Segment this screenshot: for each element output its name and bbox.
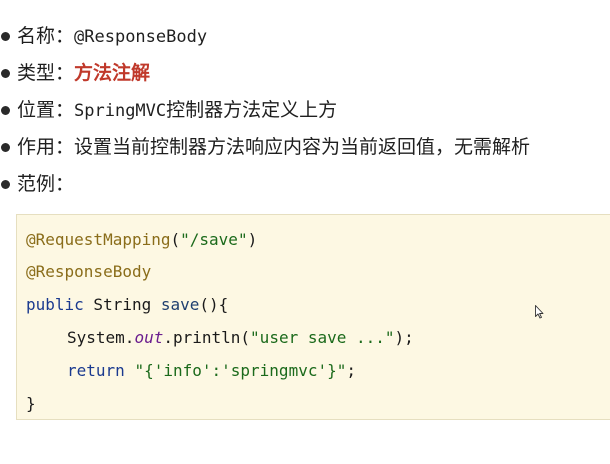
item-type: 类型：方法注解: [0, 55, 606, 92]
item-position-value-text: 控制器方法定义上方: [166, 99, 338, 121]
println-call: .println(: [163, 328, 251, 347]
closing-brace: }: [26, 394, 36, 413]
bullet-icon: [1, 143, 10, 152]
code-line-5: return "{'info':'springmvc'}";: [26, 355, 356, 387]
bullet-icon: [1, 32, 10, 41]
code-example-block: @RequestMapping("/save") @ResponseBody p…: [16, 214, 610, 420]
return-end: ;: [346, 361, 356, 380]
item-position-text: 位置：SpringMVC控制器方法定义上方: [17, 92, 337, 130]
code-paren-close: ): [247, 230, 258, 249]
return-type: String: [83, 295, 161, 314]
item-usage-value: 设置当前控制器方法响应内容为当前返回值，无需解析: [74, 136, 531, 158]
response-body-annotation: @ResponseBody: [26, 262, 152, 281]
return-string: "{'info':'springmvc'}": [134, 361, 347, 380]
code-line-4: System.out.println("user save ...");: [26, 322, 414, 354]
code-paren-open: (: [170, 230, 181, 249]
request-mapping-annotation: @RequestMapping: [26, 230, 171, 249]
item-example-label: 范例：: [17, 173, 75, 195]
bullet-icon: [1, 69, 10, 78]
method-name: save: [160, 295, 200, 314]
system-object: System.: [67, 328, 135, 347]
public-keyword: public: [26, 295, 84, 314]
bullet-icon: [1, 106, 10, 115]
println-string: "user save ...": [250, 328, 395, 347]
out-field: out: [134, 328, 164, 347]
item-usage-label: 作用：: [17, 136, 75, 158]
item-type-text: 类型：方法注解: [17, 55, 150, 92]
code-line-1: @RequestMapping("/save"): [26, 224, 257, 256]
item-name: 名称：@ResponseBody: [0, 18, 606, 55]
return-space: [125, 361, 135, 380]
mouse-pointer-icon: [535, 305, 544, 319]
item-example: 范例：: [0, 166, 606, 203]
item-name-label: 名称：: [17, 25, 75, 47]
bullet-icon: [1, 180, 10, 189]
code-line-6: }: [26, 388, 36, 420]
code-line-2: @ResponseBody: [26, 256, 151, 288]
println-end: );: [394, 328, 414, 347]
item-usage-text: 作用：设置当前控制器方法响应内容为当前返回值，无需解析: [17, 129, 530, 166]
item-type-value: 方法注解: [74, 62, 151, 84]
method-signature-rest: (){: [199, 295, 229, 314]
item-name-value: @ResponseBody: [74, 27, 208, 47]
item-example-text: 范例：: [17, 166, 74, 203]
item-position: 位置：SpringMVC控制器方法定义上方: [0, 92, 606, 129]
item-usage: 作用：设置当前控制器方法响应内容为当前返回值，无需解析: [0, 129, 606, 166]
item-type-label: 类型：: [17, 62, 75, 84]
item-position-label: 位置：: [17, 99, 75, 121]
mapping-path-string: "/save": [180, 230, 248, 249]
return-keyword: return: [67, 361, 125, 380]
item-position-value-code: SpringMVC: [74, 101, 167, 121]
code-line-3: public String save(){: [26, 289, 228, 321]
property-list: 名称：@ResponseBody 类型：方法注解 位置：SpringMVC控制器…: [0, 18, 606, 203]
item-name-text: 名称：@ResponseBody: [17, 18, 207, 56]
